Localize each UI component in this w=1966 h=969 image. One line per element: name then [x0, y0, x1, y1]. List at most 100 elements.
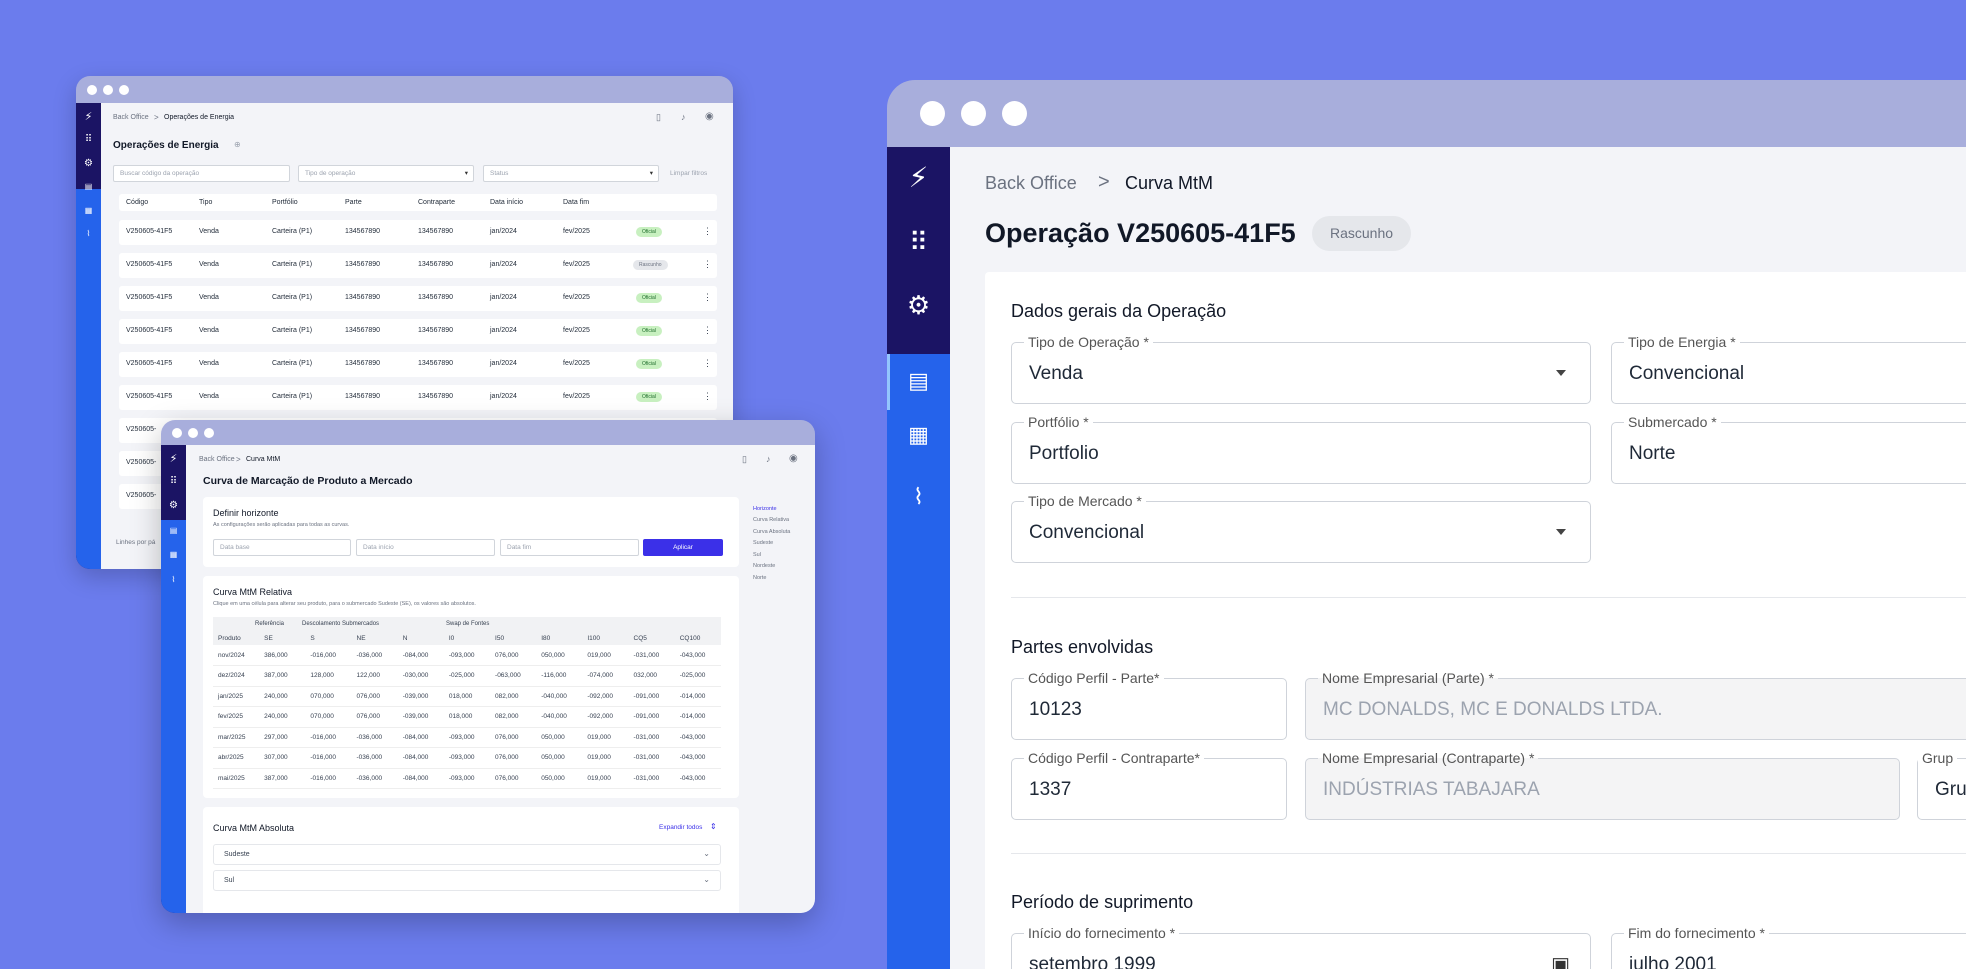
toc-item[interactable]: Curva Absoluta — [753, 529, 790, 535]
toc-item[interactable]: Sudeste — [753, 540, 773, 546]
value-cell[interactable]: 240,000 — [259, 686, 306, 707]
value-cell[interactable]: -084,000 — [397, 645, 444, 666]
submarket-field[interactable]: Submercado * Norte — [1611, 414, 1966, 484]
value-cell[interactable]: -084,000 — [397, 727, 444, 748]
value-cell[interactable]: -031,000 — [628, 727, 675, 748]
analytics-icon[interactable]: ⌇ — [161, 571, 186, 587]
window-close-dot[interactable] — [920, 101, 945, 126]
value-cell[interactable]: -084,000 — [397, 747, 444, 769]
value-cell[interactable]: -014,000 — [674, 686, 721, 707]
column-header[interactable]: Tipo — [199, 199, 212, 206]
chart-icon[interactable]: ▦ — [161, 546, 186, 562]
bolt-icon[interactable]: ⚡︎ — [76, 108, 101, 124]
breadcrumb-root[interactable]: Back Office — [113, 114, 149, 121]
book-icon[interactable]: ▯ — [742, 454, 747, 465]
analytics-icon[interactable]: ⌇ — [887, 477, 950, 517]
toc-item[interactable]: Curva Relativa — [753, 517, 789, 523]
energy-type-select[interactable]: Tipo de Energia * Convencional — [1611, 334, 1966, 404]
value-cell[interactable]: -043,000 — [674, 768, 721, 789]
add-circle-icon[interactable]: ⊕ — [234, 140, 241, 149]
table-row[interactable]: V250605-41F5 Venda Carteira (P1) 1345678… — [119, 319, 717, 344]
status-select[interactable]: Status ▾ — [483, 165, 659, 182]
value-cell[interactable]: -039,000 — [397, 686, 444, 707]
gear-icon[interactable]: ⚙︎ — [161, 497, 186, 513]
start-date-input[interactable]: Data início — [356, 539, 495, 556]
value-cell[interactable]: 050,000 — [536, 747, 583, 769]
user-icon[interactable]: ◉ — [705, 111, 714, 122]
window-close-dot[interactable] — [172, 428, 182, 438]
value-cell[interactable]: 019,000 — [582, 747, 629, 769]
apps-grid-icon[interactable]: ⠿ — [161, 473, 186, 489]
value-cell[interactable]: 386,000 — [259, 645, 306, 666]
value-cell[interactable]: 128,000 — [305, 665, 352, 687]
bell-icon[interactable]: ♪ — [681, 112, 686, 122]
value-cell[interactable]: -093,000 — [443, 747, 491, 769]
value-cell[interactable]: -040,000 — [536, 686, 583, 707]
value-cell[interactable]: 050,000 — [536, 768, 583, 789]
value-cell[interactable]: 082,000 — [490, 706, 537, 728]
value-cell[interactable]: -016,000 — [305, 747, 352, 769]
value-cell[interactable]: 076,000 — [490, 645, 537, 666]
value-cell[interactable]: 387,000 — [259, 665, 306, 687]
expand-all-button[interactable]: Expandir todos — [659, 824, 702, 831]
value-cell[interactable]: 070,000 — [305, 686, 352, 707]
supply-end-field[interactable]: Fim do fornecimento * julho 2001 — [1611, 925, 1966, 969]
group-field[interactable]: Grup Gru — [1917, 750, 1966, 820]
kebab-menu-icon[interactable]: ⋮ — [703, 292, 712, 303]
kebab-menu-icon[interactable]: ⋮ — [703, 259, 712, 270]
value-cell[interactable]: 076,000 — [490, 768, 537, 789]
value-cell[interactable]: 050,000 — [536, 645, 583, 666]
value-cell[interactable]: -025,000 — [674, 665, 721, 687]
value-cell[interactable]: 307,000 — [259, 747, 306, 769]
bolt-icon[interactable]: ⚡︎ — [887, 157, 950, 197]
accordion-item[interactable]: Sul ⌄ — [213, 870, 721, 891]
value-cell[interactable]: 032,000 — [628, 665, 675, 687]
value-cell[interactable]: -025,000 — [443, 665, 491, 687]
supply-start-field[interactable]: Início do fornecimento * setembro 1999 ▣ — [1011, 925, 1591, 969]
toc-item[interactable]: Horizonte — [753, 506, 777, 512]
value-cell[interactable]: 019,000 — [582, 768, 629, 789]
value-cell[interactable]: 050,000 — [536, 727, 583, 748]
gear-icon[interactable]: ⚙︎ — [887, 285, 950, 325]
window-minimize-dot[interactable] — [961, 101, 986, 126]
value-cell[interactable]: 018,000 — [443, 706, 491, 728]
dashboard-icon[interactable]: ▤ — [887, 361, 950, 401]
value-cell[interactable]: 076,000 — [351, 706, 398, 728]
value-cell[interactable]: -030,000 — [397, 665, 444, 687]
value-cell[interactable]: -016,000 — [305, 645, 352, 666]
table-row[interactable]: V250605-41F5 Venda Carteira (P1) 1345678… — [119, 385, 717, 410]
kebab-menu-icon[interactable]: ⋮ — [703, 226, 712, 237]
value-cell[interactable]: -036,000 — [351, 768, 398, 789]
dashboard-icon[interactable]: ▤ — [76, 178, 101, 194]
calendar-icon[interactable]: ▣ — [1551, 952, 1570, 969]
column-header[interactable]: Contraparte — [418, 199, 455, 206]
type-select[interactable]: Tipo de operação ▾ — [298, 165, 474, 182]
value-cell[interactable]: -036,000 — [351, 727, 398, 748]
value-cell[interactable]: 018,000 — [443, 686, 491, 707]
breadcrumb-root[interactable]: Back Office — [985, 173, 1077, 194]
user-icon[interactable]: ◉ — [789, 453, 798, 464]
apps-grid-icon[interactable]: ⠿ — [887, 222, 950, 262]
window-close-dot[interactable] — [87, 85, 97, 95]
portfolio-field[interactable]: Portfólio * Portfolio — [1011, 414, 1591, 484]
value-cell[interactable]: -092,000 — [582, 686, 629, 707]
window-maximize-dot[interactable] — [1002, 101, 1027, 126]
analytics-icon[interactable]: ⌇ — [76, 225, 101, 241]
window-maximize-dot[interactable] — [119, 85, 129, 95]
value-cell[interactable]: -092,000 — [582, 706, 629, 728]
kebab-menu-icon[interactable]: ⋮ — [703, 391, 712, 402]
chart-icon[interactable]: ▦ — [76, 202, 101, 218]
value-cell[interactable]: -016,000 — [305, 727, 352, 748]
end-date-input[interactable]: Data fim — [500, 539, 639, 556]
market-type-select[interactable]: Tipo de Mercado * Convencional — [1011, 493, 1591, 563]
counterparty-code-field[interactable]: Código Perfil - Contraparte* 1337 — [1011, 750, 1287, 820]
base-date-input[interactable]: Data base — [213, 539, 351, 556]
kebab-menu-icon[interactable]: ⋮ — [703, 358, 712, 369]
value-cell[interactable]: -091,000 — [628, 686, 675, 707]
bolt-icon[interactable]: ⚡︎ — [161, 450, 186, 466]
column-header[interactable]: Data início — [490, 199, 523, 206]
value-cell[interactable]: -043,000 — [674, 747, 721, 769]
value-cell[interactable]: -063,000 — [490, 665, 537, 687]
chart-icon[interactable]: ▦ — [887, 415, 950, 455]
value-cell[interactable]: -040,000 — [536, 706, 583, 728]
